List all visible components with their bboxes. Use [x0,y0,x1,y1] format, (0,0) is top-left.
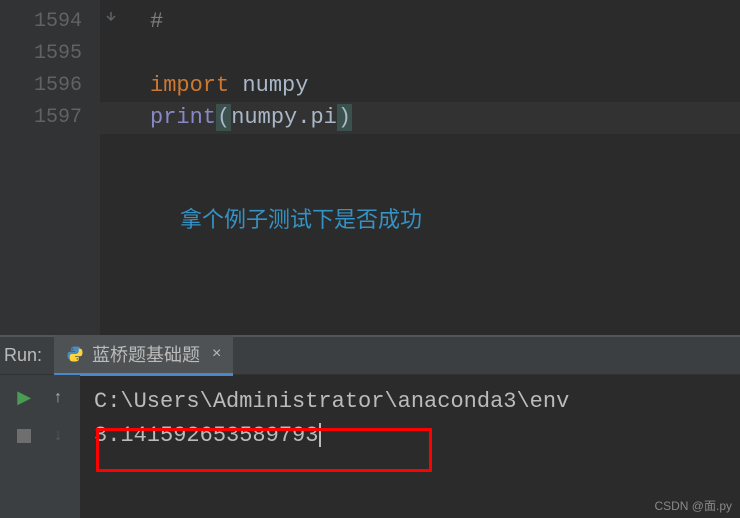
code-comment: # [150,9,163,34]
console-output[interactable]: C:\Users\Administrator\anaconda3\env 3.1… [80,375,740,518]
scroll-up-icon[interactable]: ↑ [53,389,63,407]
console-result: 3.141592653589793 [94,423,318,448]
module-name: numpy [242,73,308,98]
annotation-text: 拿个例子测试下是否成功 [180,204,740,236]
stop-icon[interactable] [17,429,31,443]
run-label: Run: [0,345,54,366]
close-icon[interactable]: × [212,345,221,363]
run-icon[interactable]: ▶ [17,387,31,409]
run-tab-title: 蓝桥题基础题 [92,341,200,367]
line-number: 1594 [0,6,82,38]
run-tab[interactable]: 蓝桥题基础题 × [54,335,233,376]
run-header: Run: 蓝桥题基础题 × [0,337,740,375]
editor-area: 1594 1595 1596 1597 # import numpy print… [0,0,740,335]
python-icon [66,345,84,363]
paren-close: ) [337,104,352,131]
cursor [319,423,321,447]
run-toolbar: ▶ ↑ ↓ [0,375,80,518]
line-number-gutter: 1594 1595 1596 1597 [0,0,100,335]
line-number: 1597 [0,102,82,134]
builtin-print: print [150,105,216,130]
line-number: 1596 [0,70,82,102]
paren-open: ( [216,104,231,131]
keyword-import: import [150,73,229,98]
scroll-down-icon[interactable]: ↓ [53,427,63,445]
line-number: 1595 [0,38,82,70]
run-panel: Run: 蓝桥题基础题 × ▶ ↑ ↓ C:\Users\Administrat… [0,337,740,518]
console-path: C:\Users\Administrator\anaconda3\env [94,385,726,419]
watermark: CSDN @面.py [654,497,732,514]
code-editor[interactable]: # import numpy print(numpy.pi) 拿个例子测试下是否… [100,0,740,335]
